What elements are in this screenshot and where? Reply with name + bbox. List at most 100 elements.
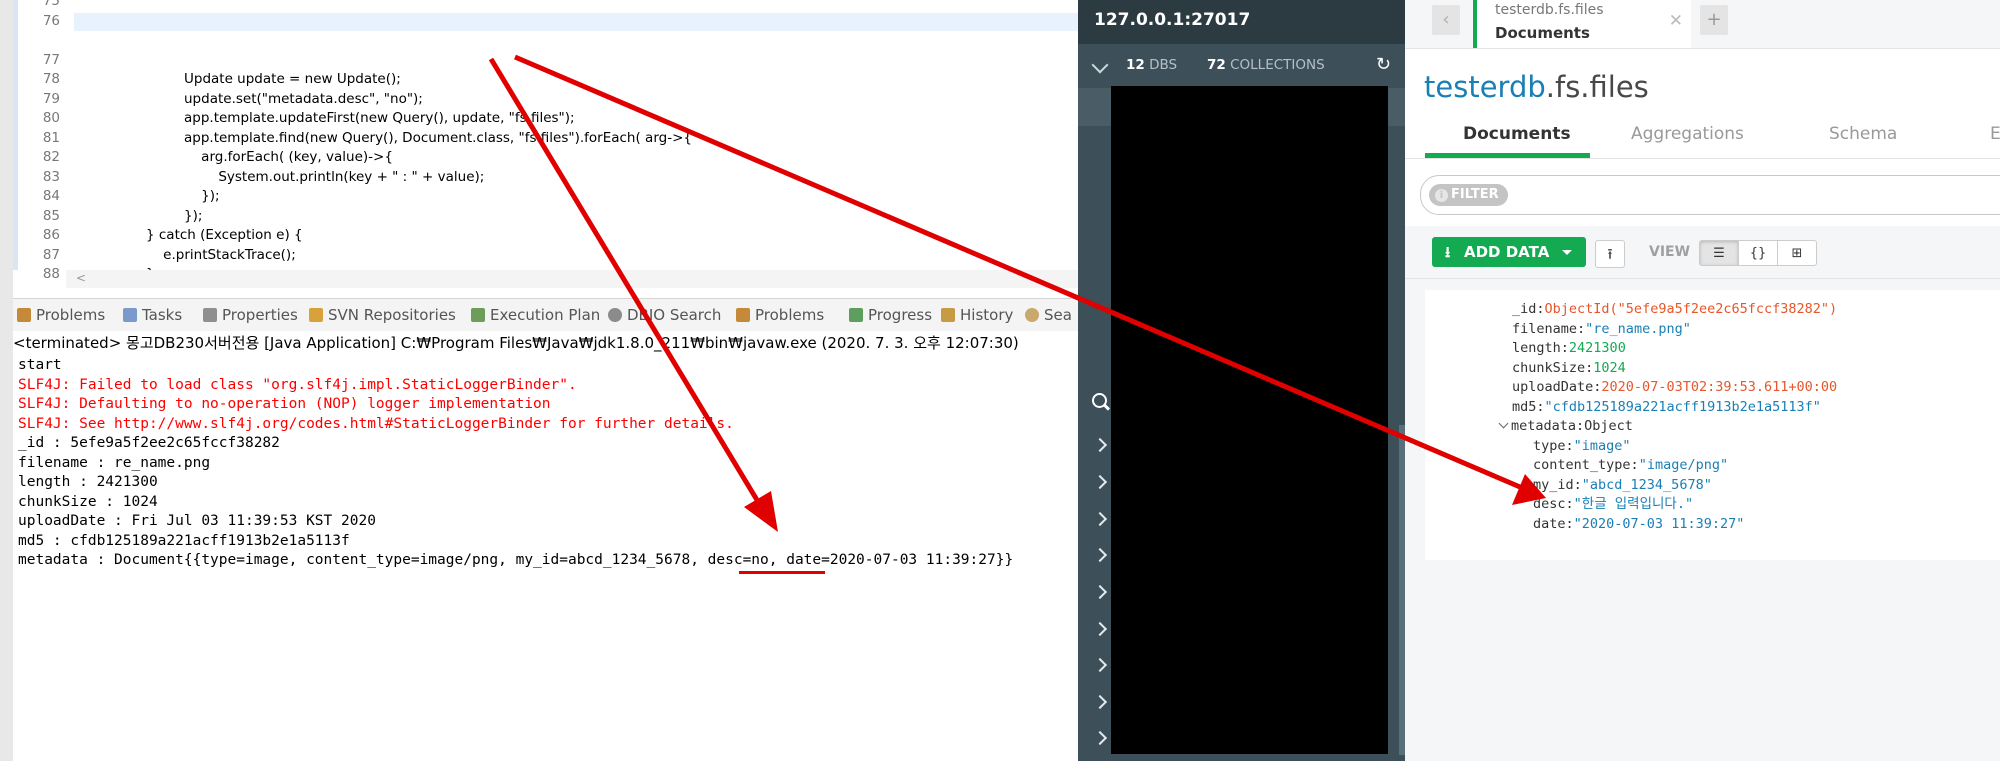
tasks-icon	[123, 308, 137, 322]
workspace-tab-strip: ‹ testerdb.fs.files Documents ✕ +	[1405, 0, 2000, 49]
add-data-button[interactable]: ⭳ ADD DATA	[1432, 237, 1586, 267]
code-text: } catch (Exception e) {	[146, 227, 303, 243]
tab-tasks[interactable]: Tasks	[123, 305, 182, 325]
tab-svn-repositories[interactable]: SVN Repositories	[309, 305, 456, 325]
field-row: filename:"re_name.png"	[1512, 320, 1691, 337]
chevron-down-icon[interactable]	[1091, 56, 1109, 74]
field-row: chunkSize:1024	[1512, 359, 1626, 376]
svn-icon	[309, 308, 323, 322]
chevron-right-icon[interactable]	[1092, 547, 1108, 563]
code-text: app.template.find(new Query(), Document.…	[184, 129, 692, 146]
code-text: arg.forEach( (key, value)->{	[184, 149, 393, 165]
connection-host: 127.0.0.1:27017	[1094, 10, 1251, 30]
field-row: type:"image"	[1533, 437, 1631, 454]
info-icon: i	[1435, 189, 1448, 202]
code-line: 77 Update update = new Update();	[0, 31, 401, 88]
code-text: Update update = new Update();	[184, 71, 401, 87]
current-line-highlight	[74, 13, 1078, 31]
refresh-icon[interactable]: ↻	[1376, 54, 1391, 75]
chevron-right-icon[interactable]	[1092, 511, 1108, 527]
code-line: 83 });	[0, 148, 220, 205]
chevron-right-icon[interactable]	[1092, 657, 1108, 673]
tab-explain[interactable]: E	[1990, 124, 2000, 144]
console-line-error: SLF4J: Defaulting to no-operation (NOP) …	[18, 396, 551, 412]
code-text: app.template.updateFirst(new Query(), up…	[184, 110, 575, 126]
document-card[interactable]: _id:ObjectId("5efe9a5f2ee2c65fccf38282")…	[1425, 290, 2000, 560]
list-view-icon[interactable]: ☰	[1699, 240, 1739, 266]
console-line: md5 : cfdb125189a221acff1913b2e1a5113f	[18, 532, 350, 549]
console-line-error: SLF4J: See http://www.slf4j.org/codes.ht…	[18, 415, 734, 432]
tab-schema[interactable]: Schema	[1829, 124, 1897, 144]
tab-problems-2[interactable]: Problems	[736, 305, 824, 325]
tab-properties[interactable]: Properties	[203, 305, 298, 325]
code-text: });	[184, 207, 203, 224]
collections-count: 72 COLLECTIONS	[1207, 57, 1325, 73]
console-line: length : 2421300	[18, 474, 158, 490]
tab-progress[interactable]: Progress	[849, 305, 932, 325]
compass-main: ‹ testerdb.fs.files Documents ✕ + tester…	[1405, 0, 2000, 761]
console-line: _id : 5efe9a5f2ee2c65fccf38282	[18, 435, 280, 451]
scroll-left-arrow[interactable]: <	[76, 271, 86, 285]
field-row: date:"2020-07-03 11:39:27"	[1533, 515, 1745, 532]
problems-icon	[736, 308, 750, 322]
editor-horizontal-scrollbar[interactable]: <	[66, 270, 1078, 288]
progress-icon	[849, 308, 863, 322]
compass-sidebar: 127.0.0.1:27017 12 DBS 72 COLLECTIONS ↻	[1078, 0, 1405, 761]
workspace-tab[interactable]: testerdb.fs.files Documents ✕	[1473, 0, 1691, 48]
search-icon[interactable]	[1092, 393, 1107, 408]
table-view-icon[interactable]: ⊞	[1777, 240, 1817, 266]
chevron-right-icon[interactable]	[1092, 730, 1108, 746]
chevron-left-icon[interactable]: ‹	[1432, 5, 1460, 35]
desc-underline-annotation	[739, 571, 825, 574]
active-tab-indicator	[1425, 153, 1590, 158]
tab-dbio-search[interactable]: DBIO Search	[608, 305, 721, 325]
chevron-right-icon[interactable]	[1092, 474, 1108, 490]
console-line: start	[18, 357, 62, 373]
tab-problems[interactable]: Problems	[17, 305, 105, 325]
chevron-right-icon[interactable]	[1092, 584, 1108, 600]
code-line: 80 app.template.find(new Query(), Docume…	[0, 90, 692, 146]
tab-search[interactable]: Sea	[1025, 305, 1072, 325]
chevron-right-icon[interactable]	[1092, 694, 1108, 710]
view-tab-bar: Problems Tasks Properties SVN Repositori…	[13, 298, 1078, 331]
search-icon	[608, 308, 622, 322]
code-line: 79 app.template.updateFirst(new Query(),…	[0, 70, 575, 127]
code-editor[interactable]: 75 76 77 Update update = new Update(); 7…	[0, 0, 1078, 288]
chevron-right-icon[interactable]	[1092, 437, 1108, 453]
code-line: 81 arg.forEach( (key, value)->{	[0, 109, 393, 166]
close-icon[interactable]: ✕	[1669, 11, 1683, 31]
filter-input[interactable]: i FILTER	[1420, 175, 2000, 215]
dbs-count: 12 DBS	[1126, 57, 1178, 73]
field-row: uploadDate:2020-07-03T02:39:53.611+00:00	[1512, 379, 1838, 395]
console-line: chunkSize : 1024	[18, 493, 158, 510]
code-line: 82 System.out.println(key + " : " + valu…	[0, 129, 485, 185]
field-row-expandable[interactable]: metadata:Object	[1498, 417, 1633, 437]
tab-execution-plan[interactable]: Execution Plan	[471, 305, 600, 325]
console-output[interactable]: start SLF4J: Failed to load class "org.s…	[13, 356, 1078, 761]
console-line: uploadDate : Fri Jul 03 11:39:53 KST 202…	[18, 513, 376, 529]
json-view-icon[interactable]: {}	[1738, 240, 1778, 266]
code-line: 86 e.printStackTrace();	[0, 207, 296, 263]
chevron-down-icon[interactable]	[1498, 418, 1509, 429]
code-line: 78 update.set("metadata.desc", "no");	[0, 51, 423, 107]
code-text: e.printStackTrace();	[146, 246, 296, 263]
field-row: length:2421300	[1512, 340, 1626, 356]
tab-history[interactable]: History	[941, 305, 1013, 325]
field-row: _id:ObjectId("5efe9a5f2ee2c65fccf38282")	[1512, 301, 1838, 317]
database-link[interactable]: testerdb	[1424, 70, 1546, 104]
document-list: _id:ObjectId("5efe9a5f2ee2c65fccf38282")…	[1405, 279, 2000, 761]
console-line-error: SLF4J: Failed to load class "org.slf4j.i…	[18, 376, 577, 393]
new-tab-icon[interactable]: +	[1700, 5, 1728, 35]
console-line: filename : re_name.png	[18, 454, 211, 471]
code-line: 84 });	[0, 168, 203, 224]
tab-documents[interactable]: Documents	[1463, 124, 1571, 144]
problems-icon	[17, 308, 31, 322]
code-text: });	[184, 188, 220, 204]
chevron-right-icon[interactable]	[1092, 621, 1108, 637]
console-launch-description: <terminated> 몽고DB230서버전용 [Java Applicati…	[13, 334, 1019, 352]
code-line: 85 } catch (Exception e) {	[0, 187, 303, 244]
field-row: content_type:"image/png"	[1533, 457, 1729, 473]
export-icon[interactable]: ⭱	[1595, 240, 1625, 268]
field-row: desc:"한글 입력입니다."	[1533, 496, 1694, 512]
tab-aggregations[interactable]: Aggregations	[1631, 124, 1744, 144]
